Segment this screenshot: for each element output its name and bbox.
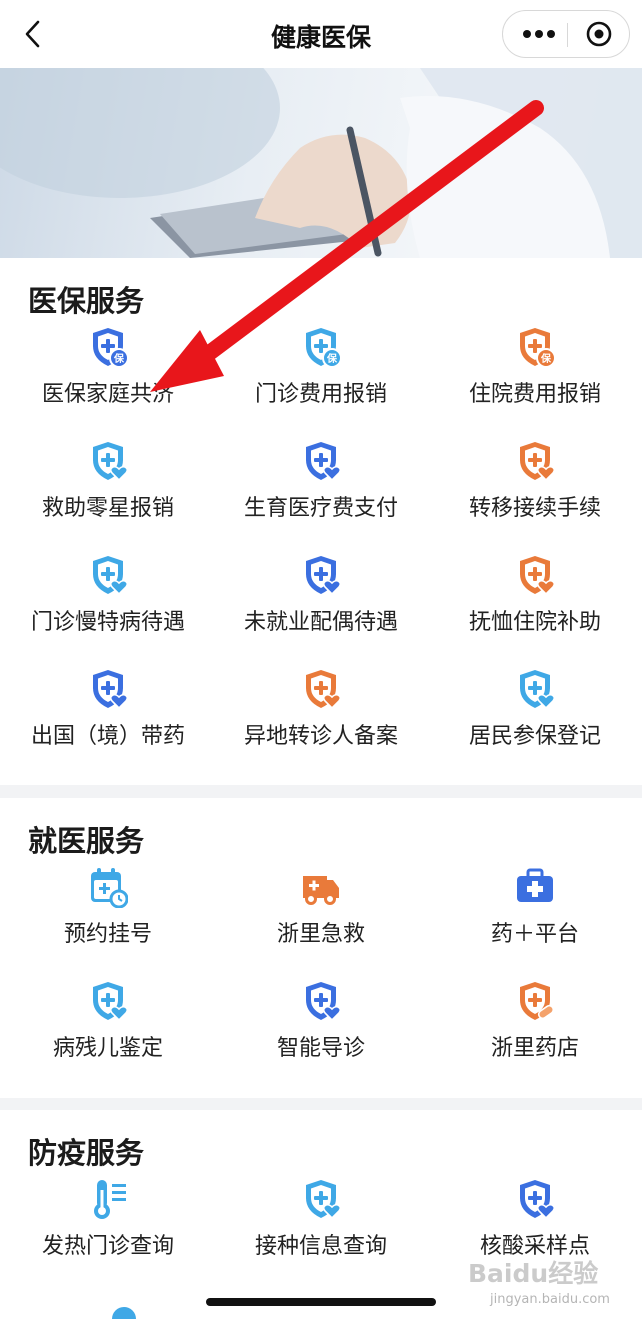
shield-heart-icon xyxy=(88,554,129,596)
service-label: 异地转诊人备案 xyxy=(243,724,398,749)
shield-pill-icon xyxy=(515,980,555,1022)
section-medical-insurance: 医保服务 保医保家庭共济保门诊费用报销保住院费用报销 救助零星报销 生育医疗费支付转… xyxy=(0,258,642,785)
svg-text:保: 保 xyxy=(113,352,125,365)
svg-text:保: 保 xyxy=(326,352,338,365)
service-tile[interactable]: 生育医疗费支付 xyxy=(214,434,428,544)
shield-heart-icon xyxy=(88,668,129,710)
service-label: 住院费用报销 xyxy=(468,382,601,407)
service-label: 医保家庭共济 xyxy=(41,382,174,407)
service-label: 浙里药店 xyxy=(490,1036,579,1061)
shield-heart-icon xyxy=(515,1178,556,1220)
ambulance-icon xyxy=(301,866,341,908)
service-label: 门诊费用报销 xyxy=(254,382,387,407)
navbar: 健康医保 xyxy=(0,0,642,68)
service-label: 药＋平台 xyxy=(490,922,579,947)
service-tile[interactable]: 浙里急救 xyxy=(214,860,428,970)
service-label: 抚恤住院补助 xyxy=(468,610,601,635)
thermometer-icon xyxy=(88,1178,128,1220)
service-tile[interactable]: 救助零星报销 xyxy=(1,434,215,544)
svg-text:保: 保 xyxy=(540,352,552,365)
service-label: 接种信息查询 xyxy=(254,1234,387,1259)
partial-icon xyxy=(112,1307,136,1319)
service-label: 生育医疗费支付 xyxy=(243,496,398,521)
service-tile[interactable]: 门诊慢特病待遇 xyxy=(1,548,215,658)
shield-bao-icon: 保 xyxy=(515,326,556,368)
service-tile[interactable]: 居民参保登记 xyxy=(428,662,642,772)
service-label: 门诊慢特病待遇 xyxy=(30,610,185,635)
service-tile[interactable]: 保住院费用报销 xyxy=(428,320,642,430)
shield-heart-icon xyxy=(515,554,556,596)
service-tile[interactable]: 药＋平台 xyxy=(428,860,642,970)
service-tile[interactable]: 接种信息查询 xyxy=(214,1172,428,1282)
shield-heart-icon xyxy=(301,980,342,1022)
shield-heart-icon xyxy=(301,1178,342,1220)
calendar-clock-icon xyxy=(88,866,129,909)
banner-image[interactable] xyxy=(0,68,642,258)
service-label: 未就业配偶待遇 xyxy=(243,610,398,635)
section-title: 就医服务 xyxy=(28,824,145,858)
shield-bao-icon: 保 xyxy=(88,326,129,368)
service-tile[interactable]: 智能导诊 xyxy=(214,974,428,1084)
service-tile[interactable]: 转移接续手续 xyxy=(428,434,642,544)
section-medical-visit: 就医服务 预约挂号 浙里急救 药＋平台病残儿鉴定 智能导诊 浙里药店 xyxy=(0,798,642,1098)
shield-heart-icon xyxy=(301,554,342,596)
shield-bao-icon: 保 xyxy=(301,326,342,368)
service-label: 预约挂号 xyxy=(63,922,152,947)
watermark-logo: Baidu经验 xyxy=(468,1259,599,1288)
shield-heart-icon xyxy=(301,440,342,482)
section-title: 防疫服务 xyxy=(28,1136,145,1170)
service-tile[interactable]: 保医保家庭共济 xyxy=(1,320,215,430)
service-label: 病残儿鉴定 xyxy=(52,1036,163,1061)
service-label: 智能导诊 xyxy=(276,1036,365,1061)
service-label: 发热门诊查询 xyxy=(41,1234,174,1259)
mini-program-capsule xyxy=(502,10,630,58)
watermark: Baidu经验 jingyan.baidu.com xyxy=(468,1250,618,1316)
service-label: 转移接续手续 xyxy=(468,496,601,521)
shield-heart-icon xyxy=(515,668,556,710)
more-dots-icon[interactable] xyxy=(511,11,567,57)
service-label: 居民参保登记 xyxy=(468,724,601,749)
watermark-url: jingyan.baidu.com xyxy=(490,1292,610,1307)
service-tile[interactable]: 病残儿鉴定 xyxy=(1,974,215,1084)
service-tile[interactable]: 抚恤住院补助 xyxy=(428,548,642,658)
medical-kit-icon xyxy=(515,866,555,908)
service-label: 救助零星报销 xyxy=(41,496,174,521)
service-tile[interactable]: 发热门诊查询 xyxy=(1,1172,215,1282)
service-label: 浙里急救 xyxy=(276,922,365,947)
service-tile[interactable]: 出国（境）带药 xyxy=(1,662,215,772)
service-label: 出国（境）带药 xyxy=(30,724,185,749)
service-tile[interactable]: 保门诊费用报销 xyxy=(214,320,428,430)
service-tile[interactable]: 未就业配偶待遇 xyxy=(214,548,428,658)
home-indicator xyxy=(206,1298,436,1306)
service-tile[interactable]: 预约挂号 xyxy=(1,860,215,970)
section-title: 医保服务 xyxy=(28,284,145,318)
shield-heart-icon xyxy=(88,980,129,1022)
close-target-icon[interactable] xyxy=(568,11,630,57)
shield-heart-icon xyxy=(515,440,556,482)
shield-heart-icon xyxy=(301,668,342,710)
service-tile[interactable]: 浙里药店 xyxy=(428,974,642,1084)
service-tile[interactable]: 异地转诊人备案 xyxy=(214,662,428,772)
shield-heart-icon xyxy=(88,440,129,482)
